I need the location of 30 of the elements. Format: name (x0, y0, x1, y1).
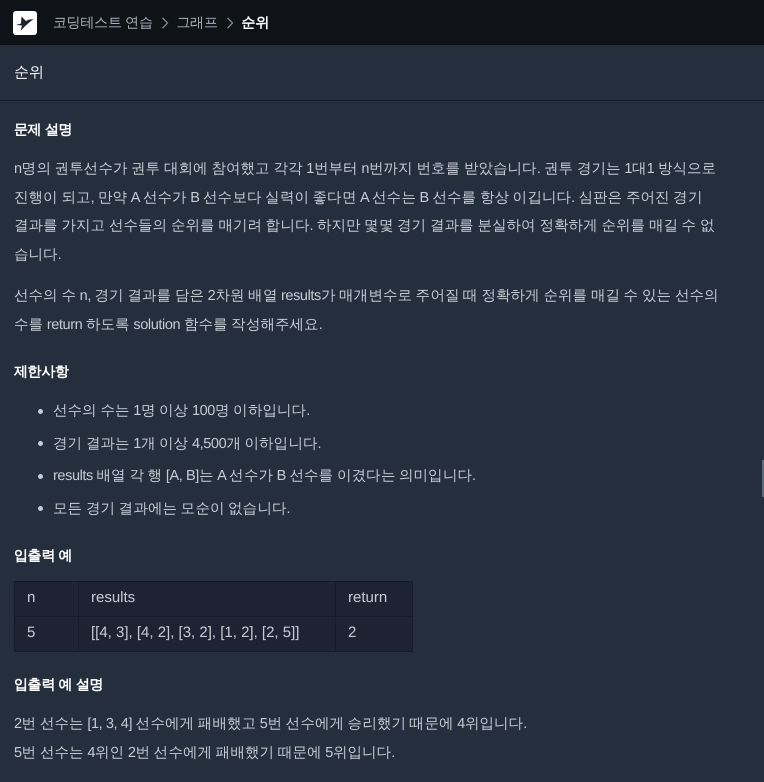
section-heading: 제한사항 (14, 362, 70, 381)
bird-logo-icon[interactable] (13, 10, 37, 34)
paragraph-text: n명의 권투선수가 권투 대회에 참여했고 각각 1번부터 n번까지 번호를 받았습니다. 권투 경기는 1대1 방식으로 진행이 되고, 만약 A 선수가 B 선수보다 실력이 좋다면 A 선수는 B 선수를 항상 이깁니다. 심판은 주어진 경기 결과를 가지고 선수들의 순위를 매기려 합니다. 하지만 몇몇 경기 결과를 분실하여 정확하게 순위를 매길 수 없습니다. (14, 160, 718, 264)
bullet-icon (38, 441, 43, 446)
list-item-text: 모든 경기 결과에는 모순이 없습니다. (53, 500, 290, 518)
page-title: 순위 (14, 64, 44, 82)
chevron-right-icon (160, 16, 168, 28)
table-cell: 5 (14, 616, 78, 651)
paragraph-text: 5번 선수는 4위인 2번 선수에게 패배했기 때문에 5위입니다. (14, 744, 396, 762)
list-item-text: 선수의 수는 1명 이상 100명 이하입니다. (53, 402, 310, 421)
section-heading: 입출력 예 설명 (14, 674, 104, 694)
table-header-cell: n (14, 581, 78, 616)
section-heading: 입출력 예 (14, 546, 74, 564)
table-header-cell: results (78, 581, 336, 616)
breadcrumb-link[interactable]: 순위 (242, 12, 270, 33)
table-header-cell: return (336, 581, 412, 616)
breadcrumb-link[interactable]: 코딩테스트 연습 (53, 12, 152, 33)
bullet-icon (38, 474, 43, 478)
paragraph-text: 선수의 수 n, 경기 결과를 담은 2차원 배열 results가 매개변수로 주어질 때 정확하게 순위를 매길 수 있는 선수의 수를 return 하도록 solution 함수를 작성해주세요. (14, 287, 719, 334)
bullet-icon (38, 408, 43, 414)
bullet-icon (38, 506, 43, 511)
resize-handle[interactable] (762, 460, 764, 497)
table-cell: [[4, 3], [4, 2], [3, 2], [1, 2], [2, 5]] (78, 616, 336, 651)
paragraph-text: 2번 선수는 [1, 3, 4] 선수에게 패배했고 5번 선수에게 승리했기 때문에 4위입니다. (14, 714, 528, 734)
section-heading: 문제 설명 (14, 120, 74, 139)
list-item-text: 경기 결과는 1개 이상 4,500개 이하입니다. (53, 434, 322, 454)
list-item-text: results 배열 각 행 [A, B]는 A 선수가 B 선수를 이겼다는 의미입니다. (53, 467, 476, 486)
table-cell: 2 (336, 616, 412, 651)
breadcrumb-link[interactable]: 그래프 (176, 12, 218, 33)
chevron-right-icon (226, 16, 234, 28)
